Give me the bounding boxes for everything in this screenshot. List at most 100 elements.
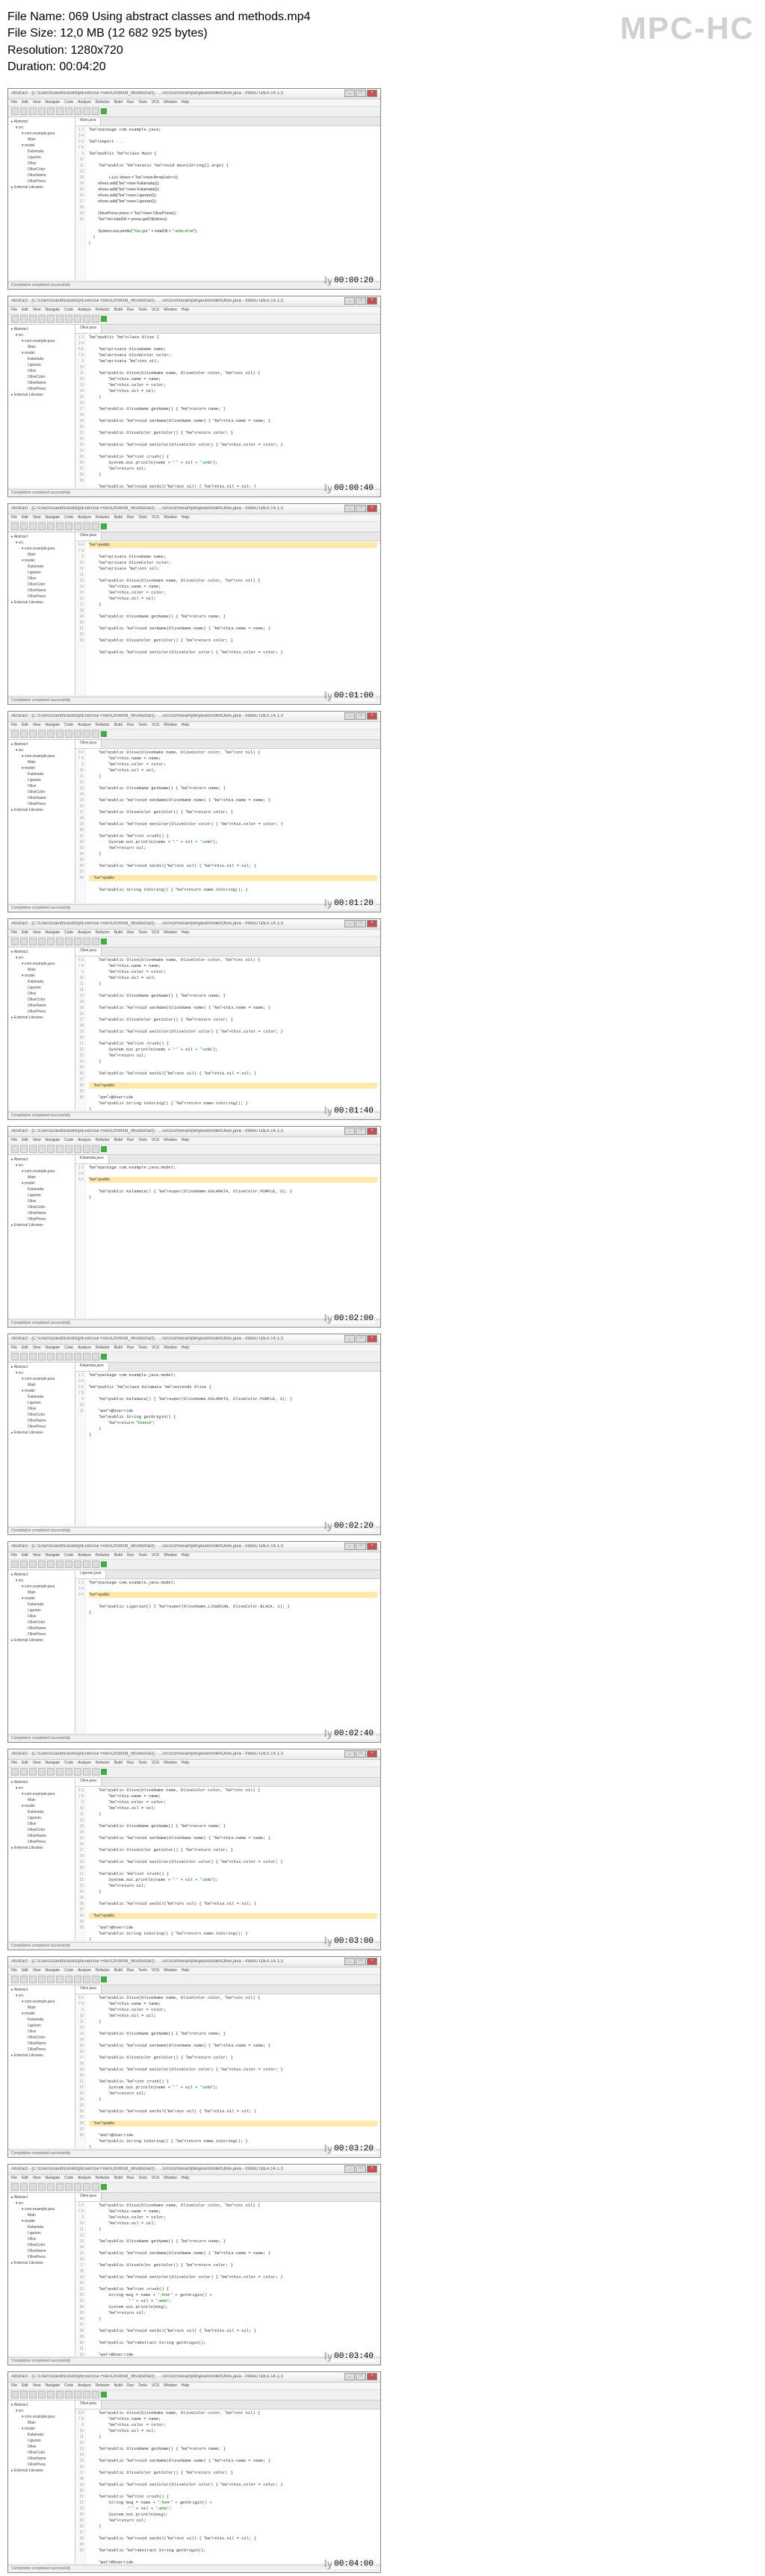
run-icon[interactable] xyxy=(101,108,107,114)
toolbar-icon[interactable] xyxy=(56,1353,64,1360)
tree-item[interactable]: OliveColor xyxy=(10,374,73,380)
toolbar-icon[interactable] xyxy=(65,1353,72,1360)
toolbar-icon[interactable] xyxy=(38,108,46,115)
toolbar-icon[interactable] xyxy=(11,938,19,945)
menu-item[interactable]: File xyxy=(11,930,17,936)
tree-item[interactable]: OliveName xyxy=(10,2041,73,2047)
tree-item[interactable]: OlivePress xyxy=(10,1424,73,1430)
toolbar-icon[interactable] xyxy=(83,1561,90,1568)
menu-item[interactable]: Help xyxy=(182,1138,189,1143)
menu-item[interactable]: Build xyxy=(114,2383,123,2389)
code-content[interactable]: "kw">package com.example.java; "kw">impo… xyxy=(86,126,380,280)
tree-item[interactable]: ▾ com.example.java xyxy=(10,546,73,552)
tree-item[interactable]: ▾ src xyxy=(10,955,73,961)
menu-item[interactable]: Edit xyxy=(22,2383,28,2389)
tree-item[interactable]: OliveName xyxy=(10,2456,73,2462)
menu-item[interactable]: Navigate xyxy=(45,308,60,313)
code-content[interactable]: "kw">public Olive(OliveName name, OliveC… xyxy=(86,956,380,1110)
project-tree[interactable]: ▸ Abstract▾ src▾ com.example.javaMain▾ m… xyxy=(8,1570,75,1733)
menu-item[interactable]: Edit xyxy=(22,930,28,936)
menu-item[interactable]: Help xyxy=(182,1553,189,1558)
tree-item[interactable]: Ligurian xyxy=(10,2023,73,2029)
tree-item[interactable]: ▾ src xyxy=(10,1163,73,1169)
tree-item[interactable]: OlivePress xyxy=(10,1009,73,1015)
toolbar-icon[interactable] xyxy=(74,938,81,945)
toolbar-icon[interactable] xyxy=(47,730,55,738)
toolbar-icon[interactable] xyxy=(20,730,28,738)
tree-item[interactable]: ▾ model xyxy=(10,350,73,356)
tree-item[interactable]: ▾ model xyxy=(10,2218,73,2224)
menu-item[interactable]: Help xyxy=(182,2176,189,2181)
toolbar-icon[interactable] xyxy=(74,1145,81,1153)
minimize-button[interactable]: _ xyxy=(344,920,355,927)
toolbar-icon[interactable] xyxy=(56,315,64,323)
menu-item[interactable]: File xyxy=(11,515,17,520)
tree-item[interactable]: OlivePress xyxy=(10,178,73,184)
toolbar-icon[interactable] xyxy=(29,1561,37,1568)
editor-tab[interactable]: Olive.java xyxy=(75,948,102,956)
menu-item[interactable]: Tools xyxy=(138,1138,147,1143)
menu-item[interactable]: Edit xyxy=(22,1553,28,1558)
maximize-button[interactable]: □ xyxy=(356,505,366,512)
menu-item[interactable]: Tools xyxy=(138,515,147,520)
project-tree[interactable]: ▸ Abstract▾ src▾ com.example.javaMain▾ m… xyxy=(8,948,75,1110)
tree-item[interactable]: Ligurian xyxy=(10,1192,73,1198)
menu-item[interactable]: Window xyxy=(164,2383,177,2389)
toolbar-icon[interactable] xyxy=(11,1768,19,1776)
tree-item[interactable]: Main xyxy=(10,759,73,765)
maximize-button[interactable]: □ xyxy=(356,1543,366,1550)
toolbar-icon[interactable] xyxy=(83,315,90,323)
close-button[interactable]: × xyxy=(367,2165,377,2173)
tree-item[interactable]: ▾ model xyxy=(10,558,73,564)
toolbar-icon[interactable] xyxy=(38,523,46,530)
toolbar-icon[interactable] xyxy=(74,1768,81,1776)
tree-item[interactable]: Olive xyxy=(10,783,73,789)
tree-item[interactable]: OliveColor xyxy=(10,2450,73,2456)
menu-item[interactable]: Tools xyxy=(138,308,147,313)
run-icon[interactable] xyxy=(101,731,107,737)
tree-item[interactable]: OliveName xyxy=(10,1210,73,1216)
close-button[interactable]: × xyxy=(367,1335,377,1343)
tree-root[interactable]: ▸ Abstract xyxy=(10,1987,73,1993)
menu-item[interactable]: File xyxy=(11,723,17,728)
toolbar-icon[interactable] xyxy=(65,938,72,945)
run-icon[interactable] xyxy=(101,1146,107,1152)
toolbar-icon[interactable] xyxy=(11,1561,19,1568)
menu-item[interactable]: Help xyxy=(182,515,189,520)
maximize-button[interactable]: □ xyxy=(356,2165,366,2173)
menu-item[interactable]: Run xyxy=(127,100,134,105)
tree-item[interactable]: OliveColor xyxy=(10,1204,73,1210)
toolbar-icon[interactable] xyxy=(38,730,46,738)
code-editor[interactable]: Olive.java5 6 7 8 9 10 11 12 13 14 15 16… xyxy=(75,1778,380,1941)
menu-item[interactable]: Navigate xyxy=(45,515,60,520)
menu-item[interactable]: Tools xyxy=(138,1968,147,1973)
minimize-button[interactable]: _ xyxy=(344,297,355,305)
toolbar-icon[interactable] xyxy=(20,1561,28,1568)
tree-root[interactable]: ▸ Abstract xyxy=(10,326,73,332)
tree-item[interactable]: ▾ src xyxy=(10,125,73,131)
code-editor[interactable]: Olive.java5 6 7 8 9 10 11 12 13 14 15 16… xyxy=(75,532,380,695)
menu-item[interactable]: Code xyxy=(64,515,73,520)
code-content[interactable]: "kw">package com.example.java.model; "kw… xyxy=(86,1579,380,1733)
menu-item[interactable]: Run xyxy=(127,1761,134,1766)
menu-item[interactable]: Analyze xyxy=(78,1968,91,1973)
tree-item[interactable]: OlivePress xyxy=(10,594,73,600)
menu-item[interactable]: Help xyxy=(182,1968,189,1973)
toolbar-icon[interactable] xyxy=(56,1976,64,1983)
toolbar-icon[interactable] xyxy=(29,1976,37,1983)
close-button[interactable]: × xyxy=(367,920,377,927)
menu-item[interactable]: Tools xyxy=(138,1553,147,1558)
toolbar-icon[interactable] xyxy=(20,1976,28,1983)
tree-item[interactable]: ▾ com.example.java xyxy=(10,1791,73,1797)
toolbar-icon[interactable] xyxy=(11,1976,19,1983)
toolbar-icon[interactable] xyxy=(92,2183,99,2191)
menu-item[interactable]: Refactor xyxy=(96,1553,110,1558)
toolbar-icon[interactable] xyxy=(65,108,72,115)
toolbar-icon[interactable] xyxy=(38,1561,46,1568)
toolbar-icon[interactable] xyxy=(92,2391,99,2398)
tree-item[interactable]: OliveName xyxy=(10,795,73,801)
menu-item[interactable]: Run xyxy=(127,930,134,936)
code-editor[interactable]: Olive.java5 6 7 8 9 10 11 12 13 14 15 16… xyxy=(75,948,380,1110)
toolbar-icon[interactable] xyxy=(74,523,81,530)
toolbar-icon[interactable] xyxy=(11,523,19,530)
